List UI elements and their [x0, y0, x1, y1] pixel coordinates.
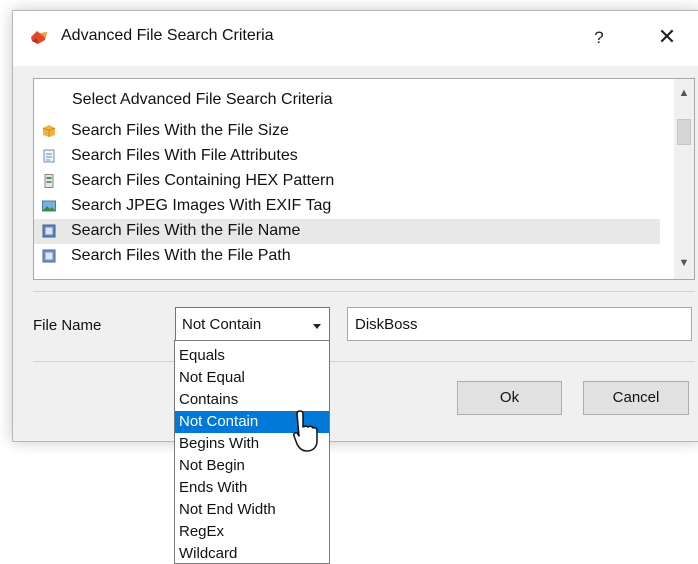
option-not-begin[interactable]: Not Begin: [175, 455, 329, 477]
pattern-input[interactable]: [347, 307, 692, 341]
list-item-label: Search Files With the File Path: [71, 247, 291, 264]
operator-combobox[interactable]: Not Contain: [175, 307, 330, 341]
list-header: Select Advanced File Search Criteria: [72, 91, 333, 108]
list-item-file-name[interactable]: Search Files With the File Name: [34, 219, 660, 244]
scroll-up-icon[interactable]: ▲: [674, 83, 694, 103]
dialog-title: Advanced File Search Criteria: [61, 27, 274, 44]
title-bar[interactable]: Advanced File Search Criteria ? ✕: [13, 11, 698, 66]
help-button[interactable]: ?: [581, 23, 617, 53]
list-item-file-attributes[interactable]: Search Files With File Attributes: [34, 144, 660, 169]
list-item-hex-pattern[interactable]: Search Files Containing HEX Pattern: [34, 169, 660, 194]
option-equals[interactable]: Equals: [175, 345, 329, 367]
list-item-label: Search Files With the File Name: [71, 222, 301, 239]
scroll-down-icon[interactable]: ▼: [674, 253, 694, 273]
image-icon: [42, 200, 56, 212]
advanced-search-dialog: Advanced File Search Criteria ? ✕ Select…: [12, 10, 698, 442]
ok-button[interactable]: Ok: [457, 381, 562, 415]
hand-cursor-icon: [293, 410, 318, 452]
file-name-icon: [42, 224, 56, 238]
option-not-end-width[interactable]: Not End Width: [175, 499, 329, 521]
separator: [33, 291, 695, 292]
list-item-label: Search Files Containing HEX Pattern: [71, 172, 335, 189]
criteria-listbox[interactable]: Select Advanced File Search Criteria Sea…: [33, 78, 695, 280]
list-item-label: Search JPEG Images With EXIF Tag: [71, 197, 332, 214]
option-contains[interactable]: Contains: [175, 389, 329, 411]
close-button[interactable]: ✕: [649, 21, 685, 53]
scroll-thumb[interactable]: [677, 119, 691, 145]
diskboss-logo-icon: [31, 31, 47, 44]
cancel-button[interactable]: Cancel: [583, 381, 689, 415]
separator: [33, 361, 695, 362]
list-item-jpeg-exif[interactable]: Search JPEG Images With EXIF Tag: [34, 194, 660, 219]
list-scrollbar[interactable]: ▲ ▼: [674, 79, 694, 279]
chevron-down-icon[interactable]: [313, 324, 321, 329]
list-item-file-size[interactable]: Search Files With the File Size: [34, 119, 660, 144]
document-icon: [43, 149, 55, 163]
field-label: File Name: [33, 317, 102, 334]
operator-selected-value: Not Contain: [182, 316, 262, 333]
file-path-icon: [42, 249, 56, 263]
list-item-label: Search Files With File Attributes: [71, 147, 298, 164]
option-wildcard[interactable]: Wildcard: [175, 543, 329, 563]
option-regex[interactable]: RegEx: [175, 521, 329, 543]
list-item-label: Search Files With the File Size: [71, 122, 289, 139]
package-icon: [42, 125, 56, 137]
option-not-equal[interactable]: Not Equal: [175, 367, 329, 389]
list-item-file-path[interactable]: Search Files With the File Path: [34, 244, 660, 269]
option-ends-with[interactable]: Ends With: [175, 477, 329, 499]
file-hex-icon: [44, 174, 54, 188]
